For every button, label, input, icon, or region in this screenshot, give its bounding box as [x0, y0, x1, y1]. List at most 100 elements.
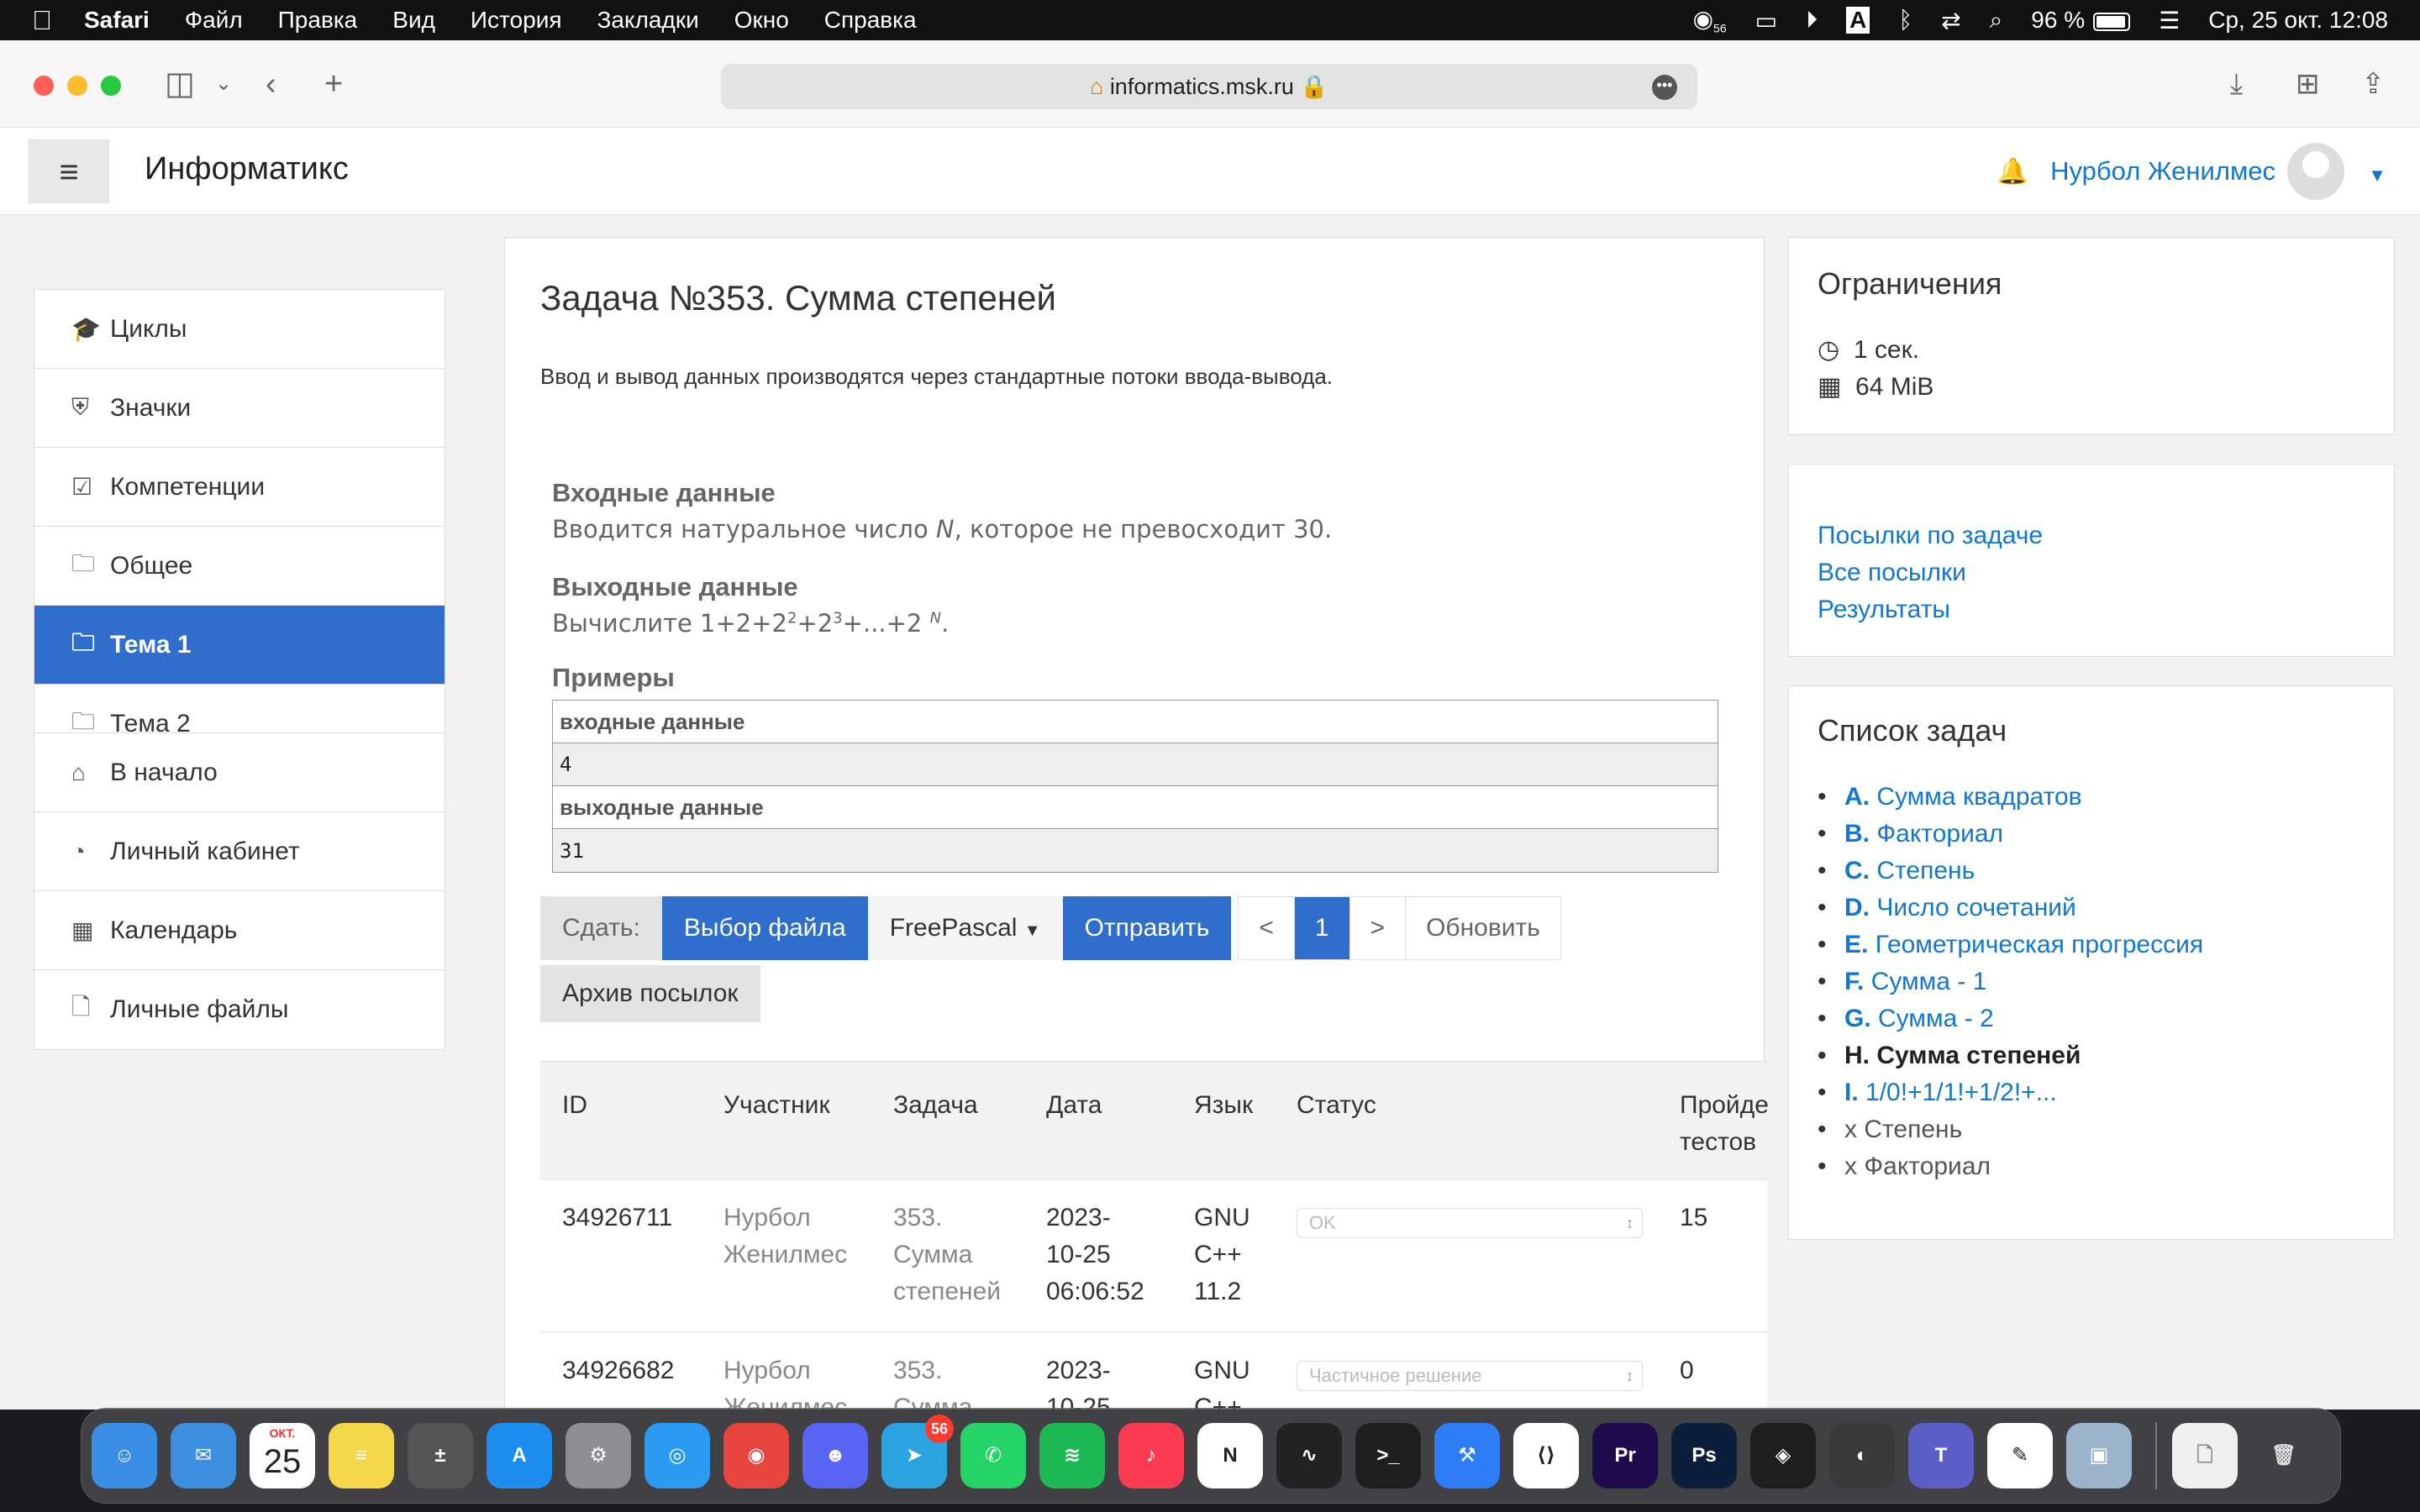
notification-count-icon[interactable]: ◉56: [1693, 5, 1727, 35]
calculator-icon[interactable]: ±: [408, 1423, 473, 1488]
menu-help[interactable]: Справка: [824, 7, 917, 34]
menu-bookmarks[interactable]: Закладки: [597, 7, 699, 34]
system-settings-icon[interactable]: ⚙: [566, 1423, 631, 1488]
address-bar[interactable]: ⌂ informatics.msk.ru 🔒 •••: [721, 64, 1697, 109]
vscode-icon[interactable]: ⟨⟩: [1513, 1423, 1579, 1488]
photoshop-icon[interactable]: Ps: [1671, 1423, 1737, 1488]
table-row[interactable]: 34926711 Нурбол Женилмес 353. Сумма степене…: [540, 1179, 1767, 1331]
results-link[interactable]: Результаты: [1818, 596, 1950, 624]
activity-monitor-icon[interactable]: ∿: [1276, 1423, 1342, 1488]
cell-task[interactable]: 353. Сумма степеней: [893, 1200, 1001, 1310]
status-select[interactable]: Частичное решение: [1297, 1361, 1643, 1391]
music-icon[interactable]: ♪: [1118, 1423, 1184, 1488]
minimize-window-button[interactable]: [67, 76, 87, 96]
document-stack-icon[interactable]: 🗋: [2172, 1423, 2238, 1488]
teams-icon[interactable]: T: [1908, 1423, 1974, 1488]
user-name[interactable]: Нурбол Женилмес: [2050, 156, 2275, 186]
spotlight-icon[interactable]: ⌕: [1990, 7, 2003, 34]
discord-icon[interactable]: ☻: [802, 1423, 868, 1488]
choose-file-button[interactable]: Выбор файла: [661, 896, 868, 960]
spotify-icon[interactable]: ≋: [1039, 1423, 1105, 1488]
telegram-icon[interactable]: ➤ 56: [881, 1415, 954, 1488]
xcode-icon[interactable]: ⚒: [1434, 1423, 1500, 1488]
apple-menu-icon[interactable]: : [0, 5, 84, 36]
input-source-icon[interactable]: A: [1846, 7, 1870, 34]
preview-icon[interactable]: ▣: [2066, 1423, 2132, 1488]
caret-down-icon[interactable]: ▼: [2368, 165, 2386, 186]
whatsapp-icon[interactable]: ✆: [960, 1423, 1026, 1488]
task-link-g[interactable]: G. Сумма - 2: [1818, 1000, 2203, 1037]
status-select[interactable]: OK: [1297, 1208, 1643, 1238]
menu-edit[interactable]: Правка: [278, 7, 358, 34]
hamburger-menu-icon[interactable]: ≡: [29, 139, 109, 203]
task-link-b[interactable]: B. Факториал: [1818, 816, 2203, 853]
blender-icon[interactable]: ◐: [1829, 1423, 1895, 1488]
bell-icon[interactable]: 🔔: [1997, 157, 2028, 186]
nav-item-dashboard[interactable]: ◔ Личный кабинет: [34, 812, 445, 891]
all-submissions-link[interactable]: Все посылки: [1818, 559, 1966, 587]
nav-item-private-files[interactable]: 🗋 Личные файлы: [34, 970, 445, 1049]
cell-task[interactable]: 353. Сумма: [893, 1352, 972, 1410]
clock[interactable]: Ср, 25 окт. 12:08: [2208, 7, 2388, 34]
refresh-button[interactable]: Обновить: [1406, 897, 1560, 959]
archive-button[interactable]: Архив посылок: [540, 965, 760, 1022]
prev-page-button[interactable]: <: [1239, 897, 1295, 959]
figma-icon[interactable]: ◈: [1750, 1423, 1816, 1488]
zoom-window-button[interactable]: [101, 76, 121, 96]
col-passed[interactable]: Пройде тестов: [1680, 1087, 1769, 1161]
nav-item-home[interactable]: ⌂ В начало: [34, 733, 445, 812]
avatar[interactable]: [2287, 143, 2344, 200]
battery-icon[interactable]: [2093, 7, 2131, 34]
chevron-down-icon[interactable]: ⌄: [215, 64, 232, 104]
col-user[interactable]: Участник: [723, 1087, 830, 1124]
chrome-icon[interactable]: ◉: [723, 1423, 789, 1488]
task-link-e[interactable]: E. Геометрическая прогрессия: [1818, 927, 2203, 963]
close-window-button[interactable]: [34, 76, 54, 96]
col-status[interactable]: Статус: [1297, 1087, 1376, 1124]
compiler-select[interactable]: FreePascal ▼: [867, 896, 1063, 960]
task-link-i[interactable]: I. 1/0!+1/1!+1/2!+...: [1818, 1074, 2203, 1111]
task-link-f[interactable]: F. Сумма - 1: [1818, 963, 2203, 1000]
site-brand[interactable]: Информатикс: [145, 151, 349, 187]
cell-user[interactable]: Нурбол Женилмес: [723, 1200, 847, 1273]
menu-window[interactable]: Окно: [734, 7, 789, 34]
terminal-icon[interactable]: >_: [1355, 1423, 1421, 1488]
cell-id[interactable]: 34926711: [562, 1200, 672, 1236]
col-lang[interactable]: Язык: [1194, 1087, 1253, 1124]
more-icon[interactable]: •••: [1652, 75, 1677, 100]
current-page-button[interactable]: 1: [1294, 897, 1350, 959]
mail-icon[interactable]: ✉: [171, 1423, 236, 1488]
nav-item-competencies[interactable]: ☑ Компетенции: [34, 448, 445, 527]
menu-history[interactable]: История: [471, 7, 562, 34]
share-icon[interactable]: ⇪: [2361, 64, 2386, 104]
menu-app-name[interactable]: Safari: [84, 7, 150, 34]
notion-icon[interactable]: N: [1197, 1423, 1263, 1488]
nav-item-badges[interactable]: ⛨ Значки: [34, 369, 445, 448]
play-icon[interactable]: ⏵: [1806, 7, 1818, 34]
menu-view[interactable]: Вид: [392, 7, 435, 34]
table-row[interactable]: 34926682 Нурбол Женилмес 353. Сумма 2023- 1…: [540, 1331, 1767, 1410]
col-date[interactable]: Дата: [1046, 1087, 1102, 1124]
safari-icon[interactable]: ◎: [644, 1423, 710, 1488]
nav-item-cycles[interactable]: 🎓 Циклы: [34, 290, 445, 369]
task-link-d[interactable]: D. Число сочетаний: [1818, 890, 2203, 927]
tab-overview-icon[interactable]: ⊞: [2296, 64, 2320, 104]
bluetooth-icon[interactable]: ᛒ: [1898, 7, 1912, 34]
finder-icon[interactable]: ☺: [92, 1423, 157, 1488]
user-menu[interactable]: 🔔 Нурбол Женилмес ▼: [1997, 143, 2386, 200]
downloads-icon[interactable]: ⤓: [2230, 64, 2243, 104]
calendar-icon[interactable]: ОКТ. 25: [250, 1423, 315, 1488]
control-icon[interactable]: ⇄: [1941, 7, 1960, 34]
nav-item-general[interactable]: 🗀 Общее: [34, 527, 445, 606]
control-center-icon[interactable]: ☰: [2159, 7, 2180, 34]
task-link-c[interactable]: C. Степень: [1818, 853, 2203, 890]
cell-id[interactable]: 34926682: [562, 1352, 674, 1389]
trash-icon[interactable]: 🗑: [2251, 1423, 2317, 1488]
nav-item-calendar[interactable]: ▦ Календарь: [34, 891, 445, 970]
sidebar-toggle-icon[interactable]: ◫: [165, 64, 195, 104]
problem-submissions-link[interactable]: Посылки по задаче: [1818, 522, 2043, 550]
back-icon[interactable]: ‹: [266, 64, 276, 104]
next-page-button[interactable]: >: [1350, 897, 1407, 959]
premiere-icon[interactable]: Pr: [1592, 1423, 1658, 1488]
send-button[interactable]: Отправить: [1062, 896, 1232, 960]
